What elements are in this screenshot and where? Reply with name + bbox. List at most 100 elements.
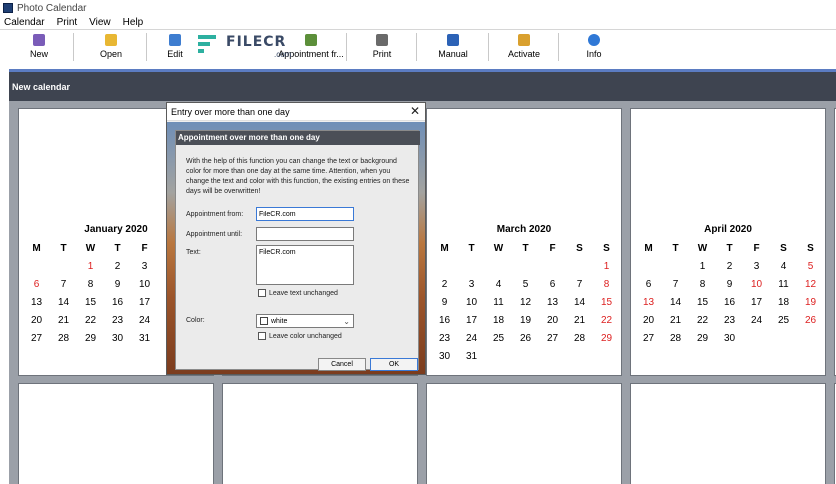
calendar-day[interactable]: 8 xyxy=(77,276,104,294)
calendar-day[interactable]: 27 xyxy=(635,330,662,348)
appointment-from-input[interactable] xyxy=(256,207,354,221)
calendar-day[interactable]: 13 xyxy=(635,294,662,312)
calendar-day[interactable]: 15 xyxy=(689,294,716,312)
calendar-day[interactable]: 5 xyxy=(512,276,539,294)
month-panel[interactable] xyxy=(426,383,622,484)
manual-button[interactable]: Manual xyxy=(434,30,472,70)
calendar-day[interactable]: 28 xyxy=(662,330,689,348)
color-select[interactable]: white ⌄ xyxy=(256,314,354,328)
month-panel[interactable] xyxy=(18,383,214,484)
calendar-day[interactable]: 7 xyxy=(50,276,77,294)
calendar-day[interactable]: 16 xyxy=(431,312,458,330)
month-panel-march[interactable]: March 2020 M T W T F S S 1 2 3 4 5 6 7 8 9 10 11 12 13 14 15 1… xyxy=(426,108,622,376)
calendar-day[interactable]: 14 xyxy=(566,294,593,312)
calendar-day[interactable]: 27 xyxy=(539,330,566,348)
calendar-day[interactable]: 6 xyxy=(635,276,662,294)
calendar-day[interactable]: 2 xyxy=(431,276,458,294)
calendar-day[interactable]: 4 xyxy=(770,258,797,276)
calendar-day[interactable]: 7 xyxy=(662,276,689,294)
calendar-day[interactable]: 20 xyxy=(23,312,50,330)
calendar-day[interactable]: 22 xyxy=(689,312,716,330)
ok-button[interactable]: OK xyxy=(370,358,418,371)
calendar-day[interactable]: 10 xyxy=(131,276,158,294)
calendar-day[interactable]: 9 xyxy=(431,294,458,312)
calendar-day[interactable]: 30 xyxy=(716,330,743,348)
calendar-day[interactable]: 14 xyxy=(662,294,689,312)
calendar-day[interactable]: 16 xyxy=(104,294,131,312)
calendar-day[interactable]: 15 xyxy=(593,294,620,312)
calendar-day[interactable]: 14 xyxy=(50,294,77,312)
calendar-day[interactable]: 8 xyxy=(593,276,620,294)
calendar-day[interactable]: 1 xyxy=(77,258,104,276)
calendar-day[interactable]: 1 xyxy=(689,258,716,276)
leave-text-unchanged-checkbox[interactable]: Leave text unchanged xyxy=(258,289,338,297)
calendar-day[interactable]: 31 xyxy=(458,348,485,366)
menu-help[interactable]: Help xyxy=(117,17,150,28)
calendar-day[interactable]: 17 xyxy=(458,312,485,330)
appointment-until-input[interactable] xyxy=(256,227,354,241)
menu-calendar[interactable]: Calendar xyxy=(0,17,51,28)
calendar-day[interactable]: 15 xyxy=(77,294,104,312)
calendar-day[interactable]: 11 xyxy=(485,294,512,312)
calendar-day[interactable]: 2 xyxy=(716,258,743,276)
calendar-day[interactable]: 29 xyxy=(77,330,104,348)
calendar-day[interactable]: 16 xyxy=(716,294,743,312)
calendar-day[interactable]: 28 xyxy=(566,330,593,348)
calendar-day[interactable]: 23 xyxy=(104,312,131,330)
calendar-day[interactable]: 8 xyxy=(689,276,716,294)
checkbox-box[interactable] xyxy=(258,332,266,340)
calendar-day[interactable]: 11 xyxy=(770,276,797,294)
calendar-day[interactable]: 20 xyxy=(635,312,662,330)
calendar-day[interactable]: 7 xyxy=(566,276,593,294)
calendar-day[interactable]: 24 xyxy=(458,330,485,348)
calendar-day[interactable]: 19 xyxy=(512,312,539,330)
calendar-day[interactable]: 13 xyxy=(539,294,566,312)
close-icon[interactable]: ✕ xyxy=(408,104,422,118)
calendar-day[interactable]: 21 xyxy=(566,312,593,330)
calendar-day[interactable]: 9 xyxy=(104,276,131,294)
calendar-day[interactable]: 29 xyxy=(593,330,620,348)
text-area[interactable]: FileCR.com xyxy=(256,245,354,285)
month-panel[interactable] xyxy=(630,383,826,484)
calendar-day[interactable]: 6 xyxy=(23,276,50,294)
calendar-day[interactable]: 3 xyxy=(131,258,158,276)
calendar-day[interactable]: 17 xyxy=(743,294,770,312)
calendar-day[interactable]: 23 xyxy=(431,330,458,348)
checkbox-box[interactable] xyxy=(258,289,266,297)
calendar-day[interactable]: 2 xyxy=(104,258,131,276)
calendar-day[interactable]: 24 xyxy=(743,312,770,330)
calendar-day[interactable]: 28 xyxy=(50,330,77,348)
calendar-day[interactable]: 3 xyxy=(458,276,485,294)
new-button[interactable]: New xyxy=(24,30,54,70)
calendar-day[interactable]: 10 xyxy=(743,276,770,294)
calendar-day[interactable]: 25 xyxy=(485,330,512,348)
calendar-day[interactable]: 13 xyxy=(23,294,50,312)
calendar-day[interactable]: 25 xyxy=(770,312,797,330)
calendar-day[interactable]: 24 xyxy=(131,312,158,330)
calendar-day[interactable]: 5 xyxy=(797,258,824,276)
calendar-day[interactable]: 17 xyxy=(131,294,158,312)
calendar-day[interactable]: 26 xyxy=(797,312,824,330)
menu-view[interactable]: View xyxy=(83,17,117,28)
calendar-day[interactable]: 9 xyxy=(716,276,743,294)
cancel-button[interactable]: Cancel xyxy=(318,358,366,371)
calendar-day[interactable]: 6 xyxy=(539,276,566,294)
calendar-day[interactable]: 4 xyxy=(485,276,512,294)
print-button[interactable]: Print xyxy=(368,30,396,70)
calendar-day[interactable]: 27 xyxy=(23,330,50,348)
calendar-day[interactable]: 21 xyxy=(662,312,689,330)
calendar-day[interactable]: 29 xyxy=(689,330,716,348)
calendar-day[interactable]: 20 xyxy=(539,312,566,330)
open-button[interactable]: Open xyxy=(94,30,128,70)
calendar-day[interactable]: 12 xyxy=(512,294,539,312)
calendar-day[interactable]: 21 xyxy=(50,312,77,330)
calendar-day[interactable]: 1 xyxy=(593,258,620,276)
month-panel-april[interactable]: April 2020 M T W T F S S 1 2 3 4 5 6 7 8 9 10 11 12 13 14 15 1… xyxy=(630,108,826,376)
calendar-day[interactable]: 30 xyxy=(104,330,131,348)
month-panel[interactable] xyxy=(222,383,418,484)
activate-button[interactable]: Activate xyxy=(504,30,544,70)
calendar-day[interactable]: 30 xyxy=(431,348,458,366)
calendar-day[interactable]: 19 xyxy=(797,294,824,312)
calendar-day[interactable]: 18 xyxy=(485,312,512,330)
edit-button[interactable]: Edit xyxy=(162,30,188,70)
